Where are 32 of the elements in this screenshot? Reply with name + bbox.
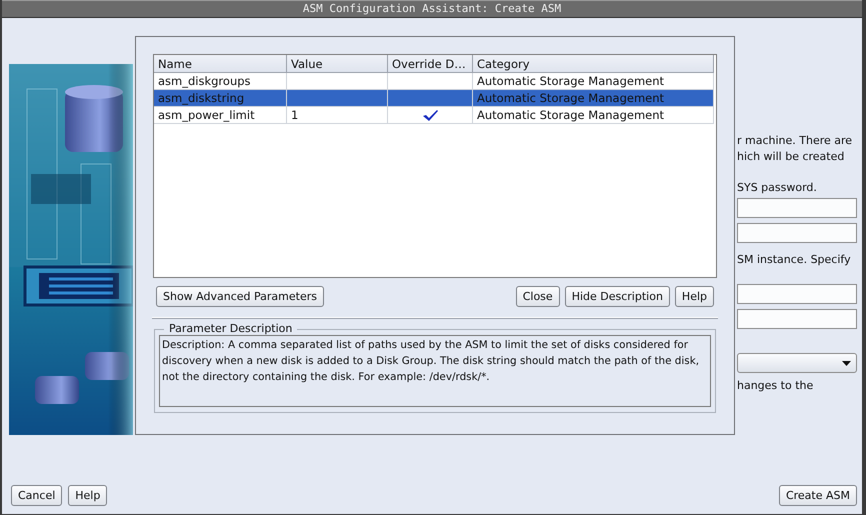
override-cell[interactable] xyxy=(388,107,473,124)
instruction-text: hich will be created xyxy=(737,149,846,165)
input-field[interactable] xyxy=(737,198,857,218)
help-button[interactable]: Help xyxy=(68,485,108,506)
advanced-parameters-button[interactable]: Show Advanced Parameters xyxy=(156,286,324,307)
description-text: Description: A comma separated list of paths used by the ASM to limit the set of disks considered for discovery when a new disk is added to a Disk Group. The disk string should match the path of the disk, not the directory containing the disk. For example: /dev/rdsk/*. xyxy=(159,335,711,407)
column-header[interactable]: Category xyxy=(473,55,714,73)
input-field[interactable] xyxy=(737,223,857,243)
name-cell[interactable]: asm_power_limit xyxy=(154,107,287,124)
value-cell[interactable]: 1 xyxy=(287,107,388,124)
dropdown[interactable] xyxy=(737,353,857,373)
dropdown-arrow-icon xyxy=(842,360,851,366)
instruction-text: SM instance. Specify xyxy=(737,252,852,268)
instruction-text: SYS password. xyxy=(737,180,818,196)
instruction-text: hanges to the xyxy=(737,378,814,394)
input-field[interactable] xyxy=(737,309,857,329)
hide-description-button[interactable]: Hide Description xyxy=(564,286,670,307)
column-header[interactable]: Name xyxy=(154,55,287,73)
value-cell[interactable] xyxy=(287,90,388,107)
input-field[interactable] xyxy=(737,284,857,304)
category-cell[interactable]: Automatic Storage Management xyxy=(473,107,714,124)
help-button[interactable]: Help xyxy=(674,286,714,307)
window-title: ASM Configuration Assistant: Create ASM xyxy=(302,1,562,17)
column-header[interactable]: Value xyxy=(287,55,388,73)
close-button[interactable]: Close xyxy=(516,286,560,307)
checkmark-icon xyxy=(422,110,438,120)
group-title: Parameter Description xyxy=(168,323,294,335)
override-cell[interactable] xyxy=(388,90,473,107)
column-header[interactable]: Override D… xyxy=(388,55,473,73)
create-asm-button[interactable]: Create ASM xyxy=(778,485,857,506)
instruction-text: r machine. There are xyxy=(737,133,854,149)
cancel-button[interactable]: Cancel xyxy=(11,485,62,506)
